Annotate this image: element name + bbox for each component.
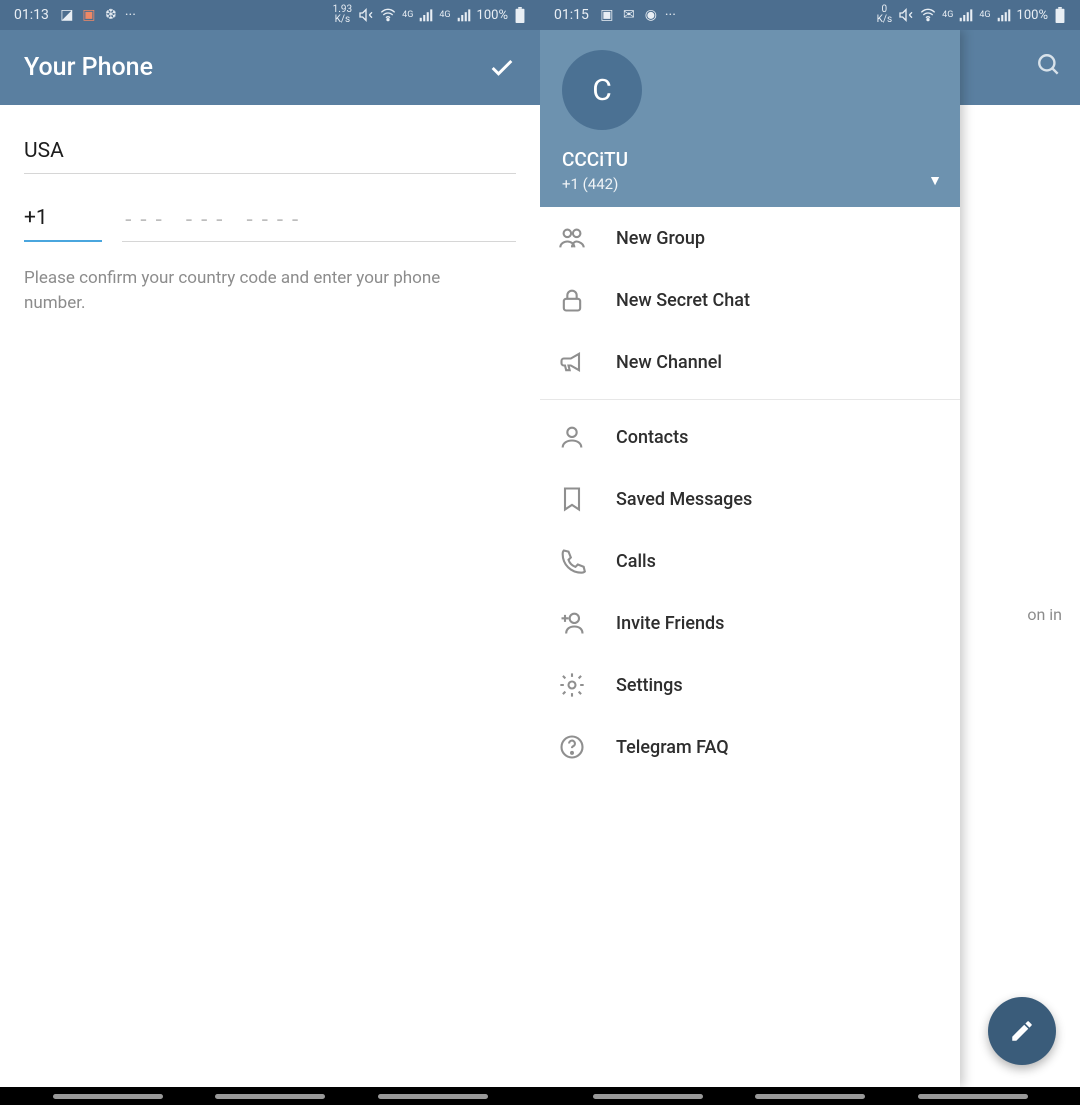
drawer-item-person[interactable]: Contacts: [540, 406, 960, 468]
status-time: 01:15: [554, 7, 589, 23]
status-time: 01:13: [14, 7, 49, 23]
dial-code-input[interactable]: +1: [24, 198, 102, 242]
compose-fab[interactable]: [988, 997, 1056, 1065]
country-select[interactable]: USA: [24, 131, 516, 174]
signal-icon-1: [419, 8, 433, 22]
battery-icon: [514, 7, 526, 23]
drawer-item-label: New Secret Chat: [616, 290, 750, 311]
phone-number-input[interactable]: --- --- ----: [122, 199, 516, 242]
chevron-down-icon[interactable]: ▼: [928, 172, 942, 189]
page-title: Your Phone: [24, 53, 153, 82]
drawer-user-phone: +1 (442): [562, 175, 938, 193]
signal-icon-1: [959, 8, 973, 22]
background-text-fragment: on in: [1027, 605, 1062, 624]
signal-4g-1: 4G: [942, 10, 953, 20]
signal-4g-2: 4G: [439, 10, 450, 20]
hint-text: Please confirm your country code and ent…: [24, 266, 484, 315]
drawer-item-gear[interactable]: Settings: [540, 654, 960, 716]
drawer-item-megaphone[interactable]: New Channel: [540, 331, 960, 393]
invite-icon: [558, 609, 586, 637]
signal-icon-2: [457, 8, 471, 22]
drawer-item-label: Contacts: [616, 427, 688, 448]
page-header: Your Phone: [0, 30, 540, 105]
drawer-item-label: New Group: [616, 228, 705, 249]
drawer-item-group[interactable]: New Group: [540, 207, 960, 269]
lock-icon: [558, 286, 586, 314]
signal-4g-2: 4G: [979, 10, 990, 20]
phone-icon: [558, 547, 586, 575]
drawer-item-label: Saved Messages: [616, 489, 752, 510]
drawer-item-label: Invite Friends: [616, 613, 724, 634]
drawer-item-label: Calls: [616, 551, 656, 572]
signal-4g-1: 4G: [402, 10, 413, 20]
group-icon: [558, 224, 586, 252]
drawer-item-phone[interactable]: Calls: [540, 530, 960, 592]
drawer-item-label: Settings: [616, 675, 683, 696]
drawer-item-lock[interactable]: New Secret Chat: [540, 269, 960, 331]
battery-text: 100%: [1017, 8, 1048, 23]
android-nav-bar: [0, 1087, 540, 1105]
drawer-user-name: CCCiTU: [562, 148, 938, 171]
mute-icon: [358, 7, 374, 23]
battery-text: 100%: [477, 8, 508, 23]
android-nav-bar: [540, 1087, 1080, 1105]
gear-icon: [558, 671, 586, 699]
drawer-item-label: Telegram FAQ: [616, 737, 729, 758]
screen-drawer: 01:15 ▣✉◉··· 0K/s 4G 4G 100%: [540, 0, 1080, 1105]
drawer-item-bookmark[interactable]: Saved Messages: [540, 468, 960, 530]
mute-icon: [898, 7, 914, 23]
search-button[interactable]: [1036, 52, 1062, 78]
navigation-drawer: C CCCiTU +1 (442) ▼ New Group New Secret …: [540, 30, 960, 1087]
help-icon: [558, 733, 586, 761]
wifi-icon: [920, 7, 936, 23]
status-bar: 01:15 ▣✉◉··· 0K/s 4G 4G 100%: [540, 0, 1080, 30]
megaphone-icon: [558, 348, 586, 376]
screen-phone-setup: 01:13 ◪▣❆··· 1.93K/s 4G 4G 100%: [0, 0, 540, 1105]
drawer-menu: New Group New Secret Chat New Channel Cont…: [540, 207, 960, 1087]
status-bar: 01:13 ◪▣❆··· 1.93K/s 4G 4G 100%: [0, 0, 540, 30]
person-icon: [558, 423, 586, 451]
avatar[interactable]: C: [562, 50, 642, 130]
drawer-header[interactable]: C CCCiTU +1 (442) ▼: [540, 30, 960, 207]
wifi-icon: [380, 7, 396, 23]
divider: [540, 399, 960, 400]
drawer-item-help[interactable]: Telegram FAQ: [540, 716, 960, 778]
battery-icon: [1054, 7, 1066, 23]
bookmark-icon: [558, 485, 586, 513]
drawer-item-label: New Channel: [616, 352, 722, 373]
status-notification-icons: ▣✉◉···: [599, 7, 676, 23]
status-notification-icons: ◪▣❆···: [59, 7, 136, 23]
signal-icon-2: [997, 8, 1011, 22]
drawer-item-invite[interactable]: Invite Friends: [540, 592, 960, 654]
confirm-button[interactable]: [488, 54, 516, 82]
